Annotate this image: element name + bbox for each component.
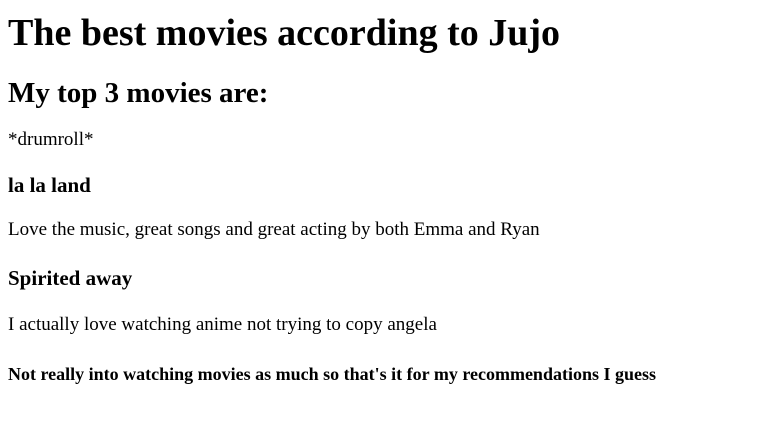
intro-text: *drumroll* bbox=[8, 129, 94, 150]
movie-title: Spirited away bbox=[8, 266, 133, 290]
page-title: The best movies according to Jujo bbox=[8, 12, 561, 54]
closing-note: Not really into watching movies as much … bbox=[8, 364, 656, 384]
page: The best movies according to Jujo My top… bbox=[0, 0, 757, 421]
page-subtitle: My top 3 movies are: bbox=[8, 77, 269, 109]
movie-description: Love the music, great songs and great ac… bbox=[8, 219, 540, 240]
movie-item-spirited-away: Spirited away I actually love watching a… bbox=[8, 242, 749, 337]
movie-title: la la land bbox=[8, 173, 91, 197]
movie-description: I actually love watching anime not tryin… bbox=[8, 314, 437, 335]
movie-item-la-la-land: la la land Love the music, great songs a… bbox=[8, 152, 749, 242]
